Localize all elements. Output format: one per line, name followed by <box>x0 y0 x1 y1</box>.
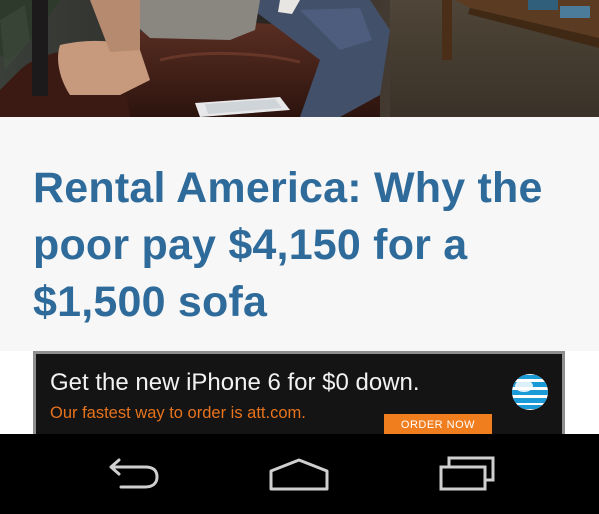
ad-subtext: Our fastest way to order is att.com. <box>50 404 306 422</box>
screen: Rental America: Why the poor pay $4,150 … <box>0 0 599 514</box>
ad-banner[interactable]: Get the new iPhone 6 for $0 down. Our fa… <box>33 351 565 434</box>
article-photo[interactable] <box>0 0 599 117</box>
back-button[interactable] <box>93 452 173 496</box>
article-headline[interactable]: Rental America: Why the poor pay $4,150 … <box>33 160 583 331</box>
home-button[interactable] <box>259 452 339 496</box>
back-icon <box>109 458 159 489</box>
system-nav-bar <box>0 434 599 514</box>
article-photo-image <box>0 0 599 117</box>
recent-apps-button[interactable] <box>427 452 507 496</box>
order-now-button[interactable]: ORDER NOW <box>384 414 492 434</box>
home-icon <box>269 458 329 491</box>
recent-apps-icon <box>439 456 495 491</box>
ad-headline: Get the new iPhone 6 for $0 down. <box>50 369 420 396</box>
att-globe-icon <box>512 374 548 410</box>
